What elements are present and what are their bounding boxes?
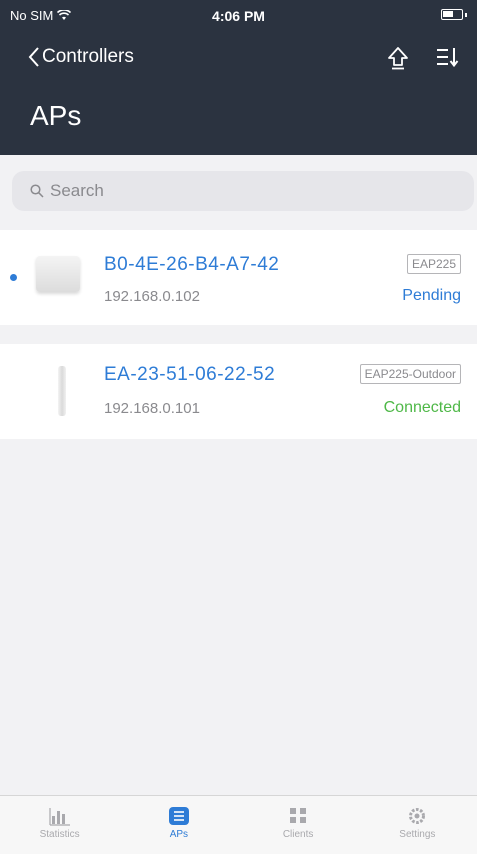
list-icon	[168, 807, 189, 825]
ap-mac-address: EA-23-51-06-22-52	[104, 364, 276, 385]
back-button[interactable]: Controllers	[28, 46, 134, 68]
gear-icon	[409, 808, 426, 824]
ap-device-image	[58, 366, 66, 416]
status-bar: No SIM 4:06 PM	[0, 0, 477, 30]
tab-aps[interactable]: APs	[119, 796, 238, 854]
status-time: 4:06 PM	[212, 8, 265, 24]
search-placeholder: Search	[50, 181, 104, 200]
tab-label: Settings	[399, 829, 436, 840]
chevron-left-icon	[28, 47, 39, 67]
ap-device-image	[36, 256, 80, 292]
upgrade-icon[interactable]	[387, 46, 409, 70]
tab-label: APs	[169, 829, 189, 840]
tab-bar: Statistics APs Clients Settings	[0, 795, 477, 854]
tab-label: Statistics	[39, 829, 80, 840]
ap-model-badge: EAP225-Outdoor	[359, 364, 461, 384]
ap-status: Pending	[402, 287, 461, 304]
nav-header: No SIM 4:06 PM Controllers APs	[0, 0, 477, 155]
grid-icon	[290, 808, 307, 823]
battery-icon	[441, 9, 463, 20]
tab-clients[interactable]: Clients	[239, 796, 358, 854]
ap-model-badge: EAP225	[406, 254, 461, 274]
search-icon	[30, 184, 44, 198]
ap-ip-address: 192.168.0.102	[104, 288, 200, 305]
tab-settings[interactable]: Settings	[358, 796, 477, 854]
ap-mac-address: B0-4E-26-B4-A7-42	[104, 254, 280, 275]
tab-label: Clients	[282, 829, 314, 840]
ap-ip-address: 192.168.0.101	[104, 400, 200, 417]
ap-status: Connected	[383, 399, 461, 416]
bar-chart-icon	[49, 808, 70, 826]
back-label: Controllers	[42, 46, 134, 67]
tab-statistics[interactable]: Statistics	[0, 796, 119, 854]
ap-list-item[interactable]: B0-4E-26-B4-A7-42 192.168.0.102 EAP225 P…	[0, 230, 477, 325]
unread-dot	[10, 274, 17, 281]
ap-list-item[interactable]: EA-23-51-06-22-52 192.168.0.101 EAP225-O…	[0, 344, 477, 439]
search-input[interactable]: Search	[12, 171, 474, 211]
page-title: APs	[30, 100, 82, 131]
sort-icon[interactable]	[435, 46, 459, 68]
